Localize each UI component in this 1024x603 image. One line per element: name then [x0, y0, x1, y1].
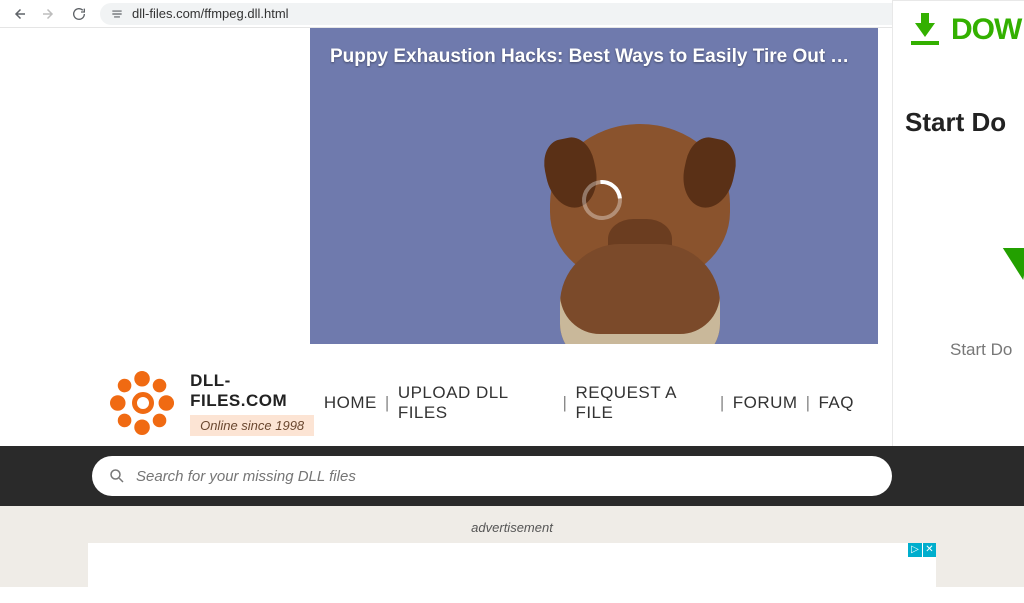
video-thumbnail-dog [510, 114, 770, 344]
adchoices-badge[interactable]: ▷ ✕ [908, 543, 936, 557]
url-text: dll-files.com/ffmpeg.dll.html [132, 6, 289, 21]
nav-faq[interactable]: FAQ [818, 393, 854, 413]
page-content: Puppy Exhaustion Hacks: Best Ways to Eas… [0, 28, 1024, 587]
download-arrow-icon [905, 13, 945, 47]
arrow-left-icon [10, 5, 28, 23]
main-nav: HOME| UPLOAD DLL FILES| REQUEST A FILE| … [324, 383, 854, 423]
browser-toolbar: dll-files.com/ffmpeg.dll.html [0, 0, 1024, 28]
advertisement-label: advertisement [0, 506, 1024, 543]
video-title: Puppy Exhaustion Hacks: Best Ways to Eas… [330, 46, 858, 68]
reload-button[interactable] [70, 5, 88, 23]
lower-ad-area: advertisement ▷ ✕ [0, 506, 1024, 587]
reload-icon [71, 6, 87, 22]
play-icon [997, 248, 1024, 280]
search-icon [108, 467, 126, 485]
sidebar-ad-download-text: DOW [951, 13, 1021, 47]
sidebar-ad-heading: Start Do [905, 107, 1024, 138]
site-header: DLL-FILES.COM Online since 1998 HOME| UP… [0, 360, 1024, 446]
search-input[interactable] [136, 468, 876, 485]
ad-close-icon[interactable]: ✕ [922, 543, 936, 557]
back-button[interactable] [10, 5, 28, 23]
banner-ad[interactable]: ▷ ✕ [88, 543, 936, 603]
video-ad[interactable]: Puppy Exhaustion Hacks: Best Ways to Eas… [310, 28, 878, 344]
arrow-right-icon [40, 5, 58, 23]
address-bar[interactable]: dll-files.com/ffmpeg.dll.html [100, 3, 1014, 25]
site-tagline: Online since 1998 [190, 415, 314, 436]
site-info-icon[interactable] [110, 7, 124, 21]
nav-home[interactable]: HOME [324, 393, 377, 413]
nav-forum[interactable]: FORUM [733, 393, 798, 413]
site-logo[interactable] [110, 370, 174, 436]
site-name: DLL-FILES.COM [190, 371, 324, 411]
nav-request[interactable]: REQUEST A FILE [575, 383, 711, 423]
adchoices-info-icon[interactable]: ▷ [908, 543, 922, 557]
search-box[interactable] [92, 456, 892, 496]
search-bar-row [0, 446, 1024, 506]
forward-button[interactable] [40, 5, 58, 23]
sidebar-ad-subtext: Start Do [950, 340, 1024, 360]
nav-upload[interactable]: UPLOAD DLL FILES [398, 383, 555, 423]
